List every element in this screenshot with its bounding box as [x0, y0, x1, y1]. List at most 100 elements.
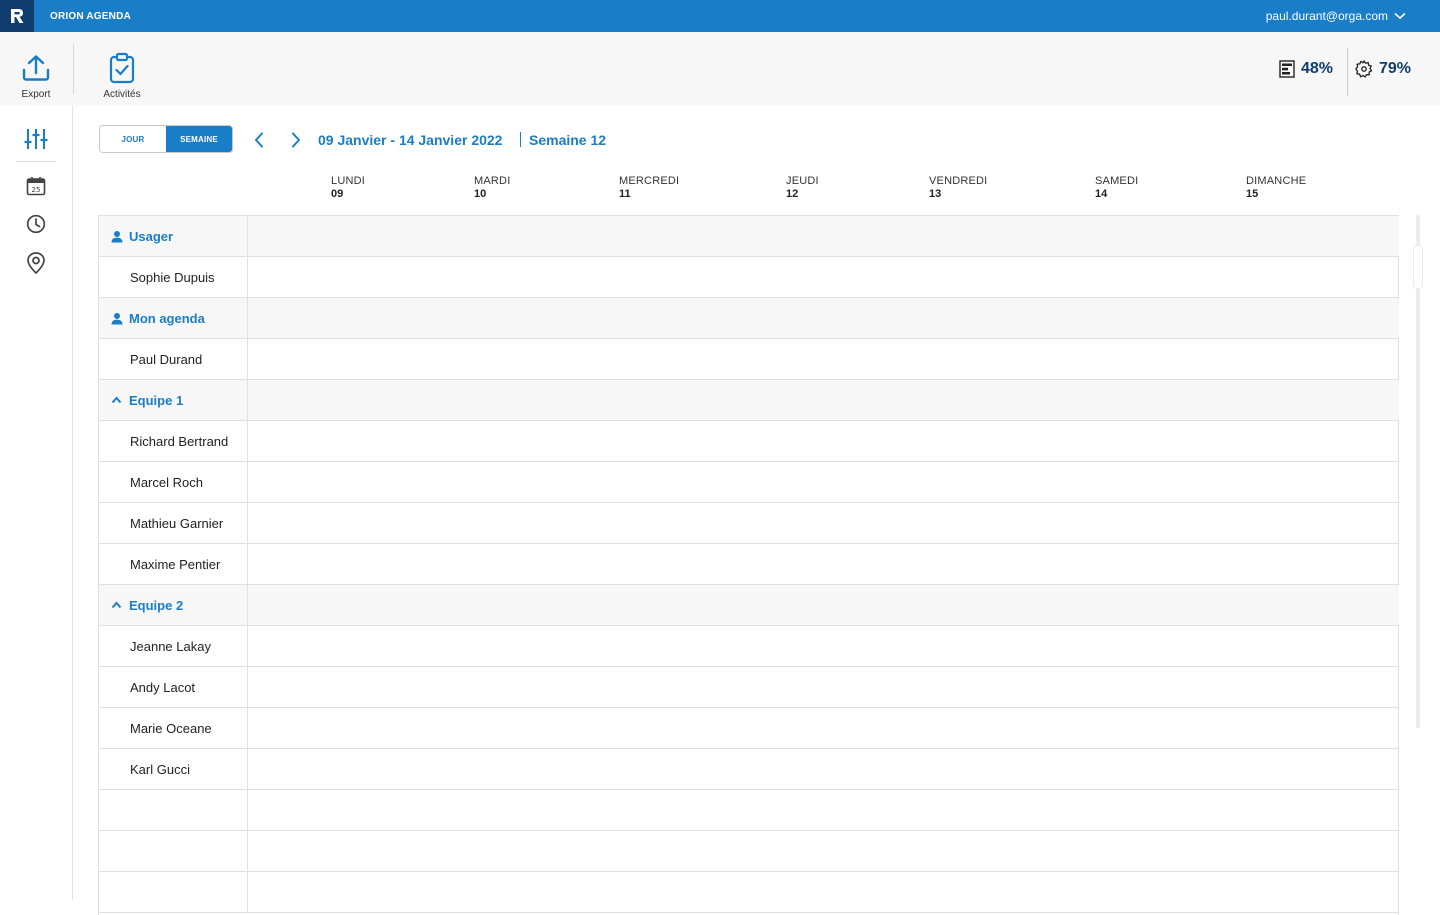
day-name: SAMEDI — [1095, 175, 1139, 187]
person-row: Marie Oceane — [99, 708, 1399, 749]
person-name[interactable]: Marie Oceane — [99, 708, 248, 748]
schedule-cell[interactable] — [248, 380, 1399, 420]
day-name: VENDREDI — [929, 175, 988, 187]
day-header: JEUDI 12 — [786, 175, 819, 201]
empty-row — [99, 831, 1399, 872]
person-name[interactable]: Karl Gucci — [99, 749, 248, 789]
schedule-cell[interactable] — [248, 339, 1399, 379]
schedule-cell[interactable] — [248, 708, 1399, 748]
app-title: ORION AGENDA — [50, 11, 131, 22]
schedule-cell[interactable] — [248, 421, 1399, 461]
toolbar: Export Activités 48% 79% — [0, 32, 1440, 105]
sliders-icon — [24, 129, 48, 149]
person-name[interactable]: Paul Durand — [99, 339, 248, 379]
day-name: JEUDI — [786, 175, 819, 187]
schedule-cell[interactable] — [248, 585, 1399, 625]
week-number: Semaine 12 — [529, 132, 607, 148]
person-row: Karl Gucci — [99, 749, 1399, 790]
person-row: Jeanne Lakay — [99, 626, 1399, 667]
day-name: LUNDI — [331, 175, 366, 187]
person-name[interactable]: Marcel Roch — [99, 462, 248, 502]
person-row: Mathieu Garnier — [99, 503, 1399, 544]
group-header[interactable]: Usager — [99, 216, 248, 256]
schedule-cell[interactable] — [248, 790, 1399, 830]
orion-logo-icon — [11, 9, 24, 23]
person-name — [99, 790, 248, 830]
empty-row — [99, 790, 1399, 831]
sidebar-item-calendar[interactable]: 25 — [16, 169, 56, 203]
day-number: 11 — [619, 188, 631, 200]
stat-quality: 79% — [1355, 32, 1411, 105]
group-row: Usager — [99, 216, 1399, 257]
day-number: 09 — [331, 188, 344, 200]
schedule-cell[interactable] — [248, 462, 1399, 502]
user-menu[interactable]: paul.durant@orga.com — [1266, 0, 1406, 32]
group-row: Equipe 2 — [99, 585, 1399, 626]
person-name — [99, 831, 248, 871]
chevron-down-icon — [1394, 12, 1406, 20]
schedule-cell[interactable] — [248, 503, 1399, 543]
activities-button[interactable]: Activités — [98, 32, 146, 105]
group-header[interactable]: Mon agenda — [99, 298, 248, 338]
person-name[interactable]: Andy Lacot — [99, 667, 248, 707]
clipboard-check-icon — [109, 52, 135, 84]
group-header[interactable]: Equipe 2 — [99, 585, 248, 625]
sidebar-item-location[interactable] — [16, 246, 56, 280]
view-week-button[interactable]: SEMAINE — [166, 126, 232, 152]
group-label: Mon agenda — [129, 310, 205, 326]
list-gauge-icon — [1279, 59, 1295, 78]
stat-quality-value: 79% — [1379, 59, 1412, 77]
group-label: Usager — [129, 228, 174, 244]
person-name[interactable]: Maxime Pentier — [99, 544, 248, 584]
view-day-button[interactable]: JOUR — [100, 126, 166, 152]
person-name[interactable]: Mathieu Garnier — [99, 503, 248, 543]
person-row: Richard Bertrand — [99, 421, 1399, 462]
schedule-cell[interactable] — [248, 667, 1399, 707]
person-name[interactable]: Sophie Dupuis — [99, 257, 248, 297]
day-name: MERCREDI — [619, 175, 680, 187]
agenda-grid: Usager Sophie Dupuis Mon agenda Paul Dur… — [98, 215, 1399, 915]
svg-text:25: 25 — [32, 186, 41, 194]
next-week-button[interactable] — [285, 128, 307, 152]
schedule-cell[interactable] — [248, 257, 1399, 297]
vertical-scrollbar[interactable] — [1416, 215, 1420, 728]
day-name: MARDI — [474, 175, 511, 187]
sidebar-item-time[interactable] — [16, 207, 56, 241]
schedule-cell[interactable] — [248, 749, 1399, 789]
previous-week-button[interactable] — [248, 128, 270, 152]
person-row: Maxime Pentier — [99, 544, 1399, 585]
day-header: SAMEDI 14 — [1095, 175, 1138, 201]
map-pin-icon — [27, 252, 45, 274]
schedule-cell[interactable] — [248, 872, 1399, 912]
schedule-cell[interactable] — [248, 298, 1399, 338]
chevron-up-icon — [111, 396, 122, 404]
app-logo[interactable] — [0, 0, 34, 32]
day-header: LUNDI 09 — [331, 175, 365, 201]
person-name[interactable]: Richard Bertrand — [99, 421, 248, 461]
export-button[interactable]: Export — [14, 32, 58, 105]
day-number: 14 — [1095, 188, 1108, 200]
day-number: 10 — [474, 188, 487, 200]
schedule-cell[interactable] — [248, 831, 1399, 871]
sidebar-item-filters[interactable] — [16, 122, 56, 156]
day-number: 13 — [929, 188, 942, 200]
day-name: DIMANCHE — [1246, 175, 1307, 187]
scrollbar-thumb[interactable] — [1413, 245, 1423, 289]
person-name — [99, 872, 248, 912]
sidebar-divider — [16, 161, 56, 162]
group-row: Mon agenda — [99, 298, 1399, 339]
schedule-cell[interactable] — [248, 626, 1399, 666]
group-label: Equipe 1 — [129, 392, 184, 408]
day-header: DIMANCHE 15 — [1246, 175, 1306, 201]
schedule-cell[interactable] — [248, 544, 1399, 584]
clock-icon — [26, 214, 46, 234]
person-name[interactable]: Jeanne Lakay — [99, 626, 248, 666]
day-header: VENDREDI 13 — [929, 175, 987, 201]
stat-usage-value: 48% — [1301, 59, 1334, 77]
view-toggle: JOUR SEMAINE — [99, 125, 233, 153]
upload-icon — [22, 55, 50, 81]
schedule-cell[interactable] — [248, 216, 1399, 256]
person-row: Paul Durand — [99, 339, 1399, 380]
group-header[interactable]: Equipe 1 — [99, 380, 248, 420]
day-number: 15 — [1246, 188, 1259, 200]
